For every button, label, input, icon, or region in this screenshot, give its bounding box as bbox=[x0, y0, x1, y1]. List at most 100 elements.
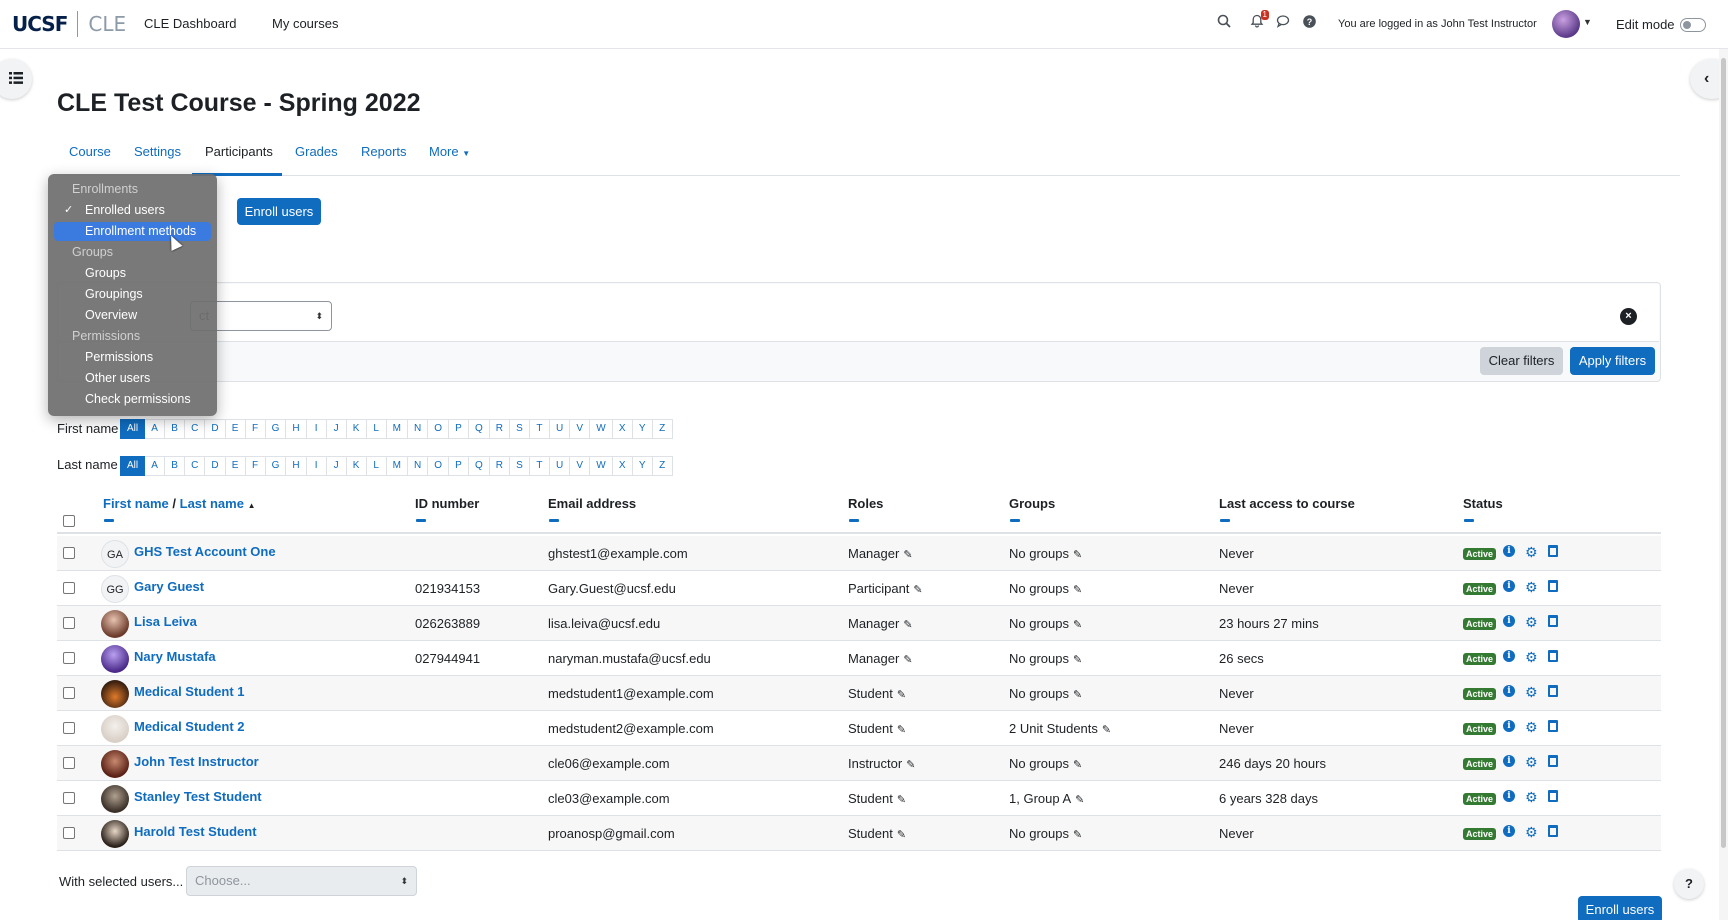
enrollment-info-icon[interactable]: i bbox=[1503, 545, 1515, 557]
row-select-checkbox[interactable] bbox=[63, 547, 75, 559]
course-index-drawer-toggle[interactable] bbox=[0, 59, 32, 99]
collapse-column-icon[interactable] bbox=[1220, 519, 1230, 522]
messages-icon[interactable] bbox=[1274, 14, 1292, 32]
edit-enrollment-gear-icon[interactable]: ⚙ bbox=[1525, 544, 1538, 561]
first-initial-l[interactable]: L bbox=[366, 419, 387, 439]
edit-roles-pencil-icon[interactable]: ✎ bbox=[897, 724, 906, 736]
bulk-action-select[interactable]: Choose... ⬍ bbox=[186, 866, 417, 896]
enrollment-info-icon[interactable]: i bbox=[1503, 755, 1515, 767]
edit-roles-pencil-icon[interactable]: ✎ bbox=[897, 829, 906, 841]
edit-enrollment-gear-icon[interactable]: ⚙ bbox=[1525, 754, 1538, 771]
edit-groups-pencil-icon[interactable]: ✎ bbox=[1073, 584, 1082, 596]
sort-email[interactable]: Email address bbox=[548, 496, 636, 511]
last-initial-i[interactable]: I bbox=[306, 456, 327, 476]
row-select-checkbox[interactable] bbox=[63, 757, 75, 769]
unenroll-trash-icon[interactable] bbox=[1548, 790, 1558, 802]
last-initial-p[interactable]: P bbox=[448, 456, 469, 476]
edit-groups-pencil-icon[interactable]: ✎ bbox=[1073, 829, 1082, 841]
first-initial-i[interactable]: I bbox=[306, 419, 327, 439]
enroll-users-button-bottom[interactable]: Enroll users bbox=[1578, 896, 1662, 920]
help-circle-icon[interactable]: ? bbox=[1300, 14, 1318, 32]
notifications-bell-icon[interactable]: 1 bbox=[1248, 10, 1269, 32]
edit-enrollment-gear-icon[interactable]: ⚙ bbox=[1525, 789, 1538, 806]
edit-groups-pencil-icon[interactable]: ✎ bbox=[1073, 654, 1082, 666]
unenroll-trash-icon[interactable] bbox=[1548, 615, 1558, 627]
last-initial-g[interactable]: G bbox=[265, 456, 287, 476]
clear-filters-button[interactable]: Clear filters bbox=[1480, 347, 1563, 375]
collapse-column-icon[interactable] bbox=[1464, 519, 1474, 522]
dropdown-item-groups[interactable]: Groups bbox=[54, 264, 211, 283]
first-initial-b[interactable]: B bbox=[165, 419, 186, 439]
enrollment-info-icon[interactable]: i bbox=[1503, 685, 1515, 697]
last-initial-d[interactable]: D bbox=[205, 456, 226, 476]
edit-enrollment-gear-icon[interactable]: ⚙ bbox=[1525, 719, 1538, 736]
tab-course[interactable]: Course bbox=[69, 144, 111, 159]
first-initial-r[interactable]: R bbox=[489, 419, 510, 439]
sort-last-name[interactable]: Last name bbox=[180, 496, 244, 511]
enrollment-info-icon[interactable]: i bbox=[1503, 720, 1515, 732]
edit-mode-toggle[interactable] bbox=[1680, 18, 1706, 32]
tab-participants[interactable]: Participants bbox=[205, 144, 273, 159]
dropdown-item-enrolled-users[interactable]: ✓ Enrolled users bbox=[54, 201, 211, 220]
first-initial-c[interactable]: C bbox=[185, 419, 206, 439]
edit-roles-pencil-icon[interactable]: ✎ bbox=[897, 794, 906, 806]
footer-help-button[interactable]: ? bbox=[1674, 869, 1704, 899]
last-initial-m[interactable]: M bbox=[386, 456, 408, 476]
unenroll-trash-icon[interactable] bbox=[1548, 685, 1558, 697]
enrollment-info-icon[interactable]: i bbox=[1503, 615, 1515, 627]
participant-name-link[interactable]: Nary Mustafa bbox=[134, 649, 216, 664]
edit-roles-pencil-icon[interactable]: ✎ bbox=[906, 759, 915, 771]
last-initial-all[interactable]: All bbox=[120, 456, 146, 476]
first-initial-f[interactable]: F bbox=[245, 419, 266, 439]
enrollment-info-icon[interactable]: i bbox=[1503, 580, 1515, 592]
collapse-column-icon[interactable] bbox=[1010, 519, 1020, 522]
last-initial-r[interactable]: R bbox=[489, 456, 510, 476]
row-select-checkbox[interactable] bbox=[63, 582, 75, 594]
edit-roles-pencil-icon[interactable]: ✎ bbox=[913, 584, 922, 596]
dropdown-item-check-permissions[interactable]: Check permissions bbox=[54, 390, 211, 409]
dropdown-item-other-users[interactable]: Other users bbox=[54, 369, 211, 388]
apply-filters-button[interactable]: Apply filters bbox=[1570, 347, 1655, 375]
first-initial-z[interactable]: Z bbox=[652, 419, 673, 439]
edit-roles-pencil-icon[interactable]: ✎ bbox=[903, 549, 912, 561]
last-initial-e[interactable]: E bbox=[225, 456, 246, 476]
unenroll-trash-icon[interactable] bbox=[1548, 545, 1558, 557]
edit-enrollment-gear-icon[interactable]: ⚙ bbox=[1525, 614, 1538, 631]
last-initial-v[interactable]: V bbox=[570, 456, 591, 476]
collapse-column-icon[interactable] bbox=[549, 519, 559, 522]
last-initial-y[interactable]: Y bbox=[632, 456, 653, 476]
participant-name-link[interactable]: Stanley Test Student bbox=[134, 789, 262, 804]
first-initial-t[interactable]: T bbox=[529, 419, 550, 439]
unenroll-trash-icon[interactable] bbox=[1548, 580, 1558, 592]
edit-roles-pencil-icon[interactable]: ✎ bbox=[903, 654, 912, 666]
edit-groups-pencil-icon[interactable]: ✎ bbox=[1075, 794, 1084, 806]
last-initial-l[interactable]: L bbox=[366, 456, 387, 476]
edit-enrollment-gear-icon[interactable]: ⚙ bbox=[1525, 824, 1538, 841]
dropdown-item-enrollment-methods[interactable]: Enrollment methods bbox=[54, 222, 211, 241]
chevron-down-icon[interactable]: ▼ bbox=[1583, 17, 1592, 27]
first-initial-y[interactable]: Y bbox=[632, 419, 653, 439]
last-initial-b[interactable]: B bbox=[165, 456, 186, 476]
participant-name-link[interactable]: Medical Student 1 bbox=[134, 684, 245, 699]
first-initial-k[interactable]: K bbox=[346, 419, 367, 439]
first-initial-p[interactable]: P bbox=[448, 419, 469, 439]
dropdown-item-groupings[interactable]: Groupings bbox=[54, 285, 211, 304]
last-initial-u[interactable]: U bbox=[549, 456, 571, 476]
enrollment-info-icon[interactable]: i bbox=[1503, 790, 1515, 802]
unenroll-trash-icon[interactable] bbox=[1548, 650, 1558, 662]
edit-roles-pencil-icon[interactable]: ✎ bbox=[897, 689, 906, 701]
row-select-checkbox[interactable] bbox=[63, 687, 75, 699]
user-avatar[interactable] bbox=[1552, 10, 1580, 38]
last-initial-j[interactable]: J bbox=[326, 456, 347, 476]
unenroll-trash-icon[interactable] bbox=[1548, 720, 1558, 732]
row-select-checkbox[interactable] bbox=[63, 617, 75, 629]
last-initial-f[interactable]: F bbox=[245, 456, 266, 476]
unenroll-trash-icon[interactable] bbox=[1548, 825, 1558, 837]
edit-groups-pencil-icon[interactable]: ✎ bbox=[1073, 549, 1082, 561]
site-logo[interactable]: UCSF CLE bbox=[12, 11, 126, 37]
tab-grades[interactable]: Grades bbox=[295, 144, 338, 159]
last-initial-k[interactable]: K bbox=[346, 456, 367, 476]
row-select-checkbox[interactable] bbox=[63, 652, 75, 664]
first-initial-h[interactable]: H bbox=[286, 419, 307, 439]
enrollment-info-icon[interactable]: i bbox=[1503, 650, 1515, 662]
